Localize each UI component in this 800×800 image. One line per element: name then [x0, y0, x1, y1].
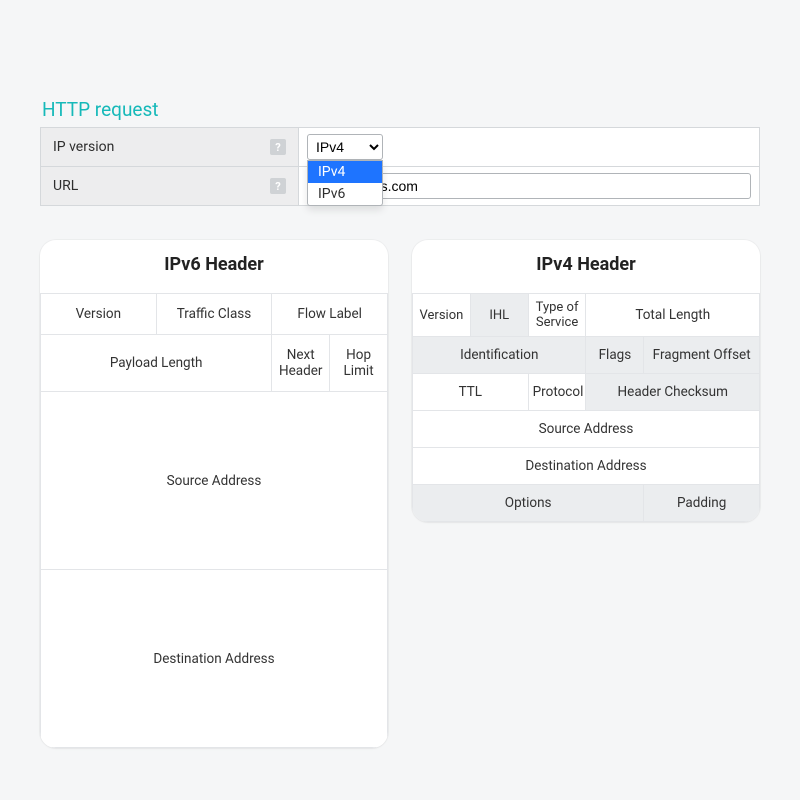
ipv6-table: Version Traffic Class Flow Label Payload… — [40, 293, 388, 748]
label-text: URL — [53, 178, 78, 194]
ipv4-diagram: IPv4 Header Version IHL Type of Service … — [412, 240, 760, 522]
cell-source-address: Source Address — [41, 392, 388, 570]
option-ipv4[interactable]: IPv4 — [308, 161, 382, 183]
table-row: Source Address — [41, 392, 388, 570]
cell-destination-address: Destination Address — [413, 448, 760, 485]
table-row: TTL Protocol Header Checksum — [413, 374, 760, 411]
cell-padding: Padding — [644, 485, 760, 522]
label-text: IP version — [53, 139, 114, 155]
cell-ihl: IHL — [470, 294, 528, 337]
cell-fragment-offset: Fragment Offset — [644, 337, 760, 374]
cell-protocol: Protocol — [528, 374, 586, 411]
cell-source-address: Source Address — [413, 411, 760, 448]
value-ip-version: IPv4 IPv4 IPv6 — [299, 128, 759, 166]
table-row: Version Traffic Class Flow Label — [41, 294, 388, 335]
cell-version: Version — [413, 294, 471, 337]
table-row: Options Padding — [413, 485, 760, 522]
label-ip-version: IP version ? — [41, 128, 299, 166]
cell-header-checksum: Header Checksum — [586, 374, 760, 411]
cell-destination-address: Destination Address — [41, 570, 388, 748]
cell-total-length: Total Length — [586, 294, 760, 337]
row-url: URL ? — [41, 167, 759, 206]
ip-version-select-wrap: IPv4 IPv4 IPv6 — [307, 134, 383, 160]
ip-version-dropdown: IPv4 IPv6 — [307, 160, 383, 206]
form-title: HTTP request — [40, 98, 760, 127]
form-table: IP version ? IPv4 IPv4 IPv6 URL ? — [40, 127, 760, 206]
row-ip-version: IP version ? IPv4 IPv4 IPv6 — [41, 128, 759, 167]
header-diagrams: IPv6 Header Version Traffic Class Flow L… — [40, 240, 760, 748]
cell-flags: Flags — [586, 337, 644, 374]
label-url: URL ? — [41, 167, 299, 205]
ipv4-title: IPv4 Header — [412, 240, 760, 293]
cell-hop-limit: Hop Limit — [330, 335, 388, 392]
cell-version: Version — [41, 294, 157, 335]
table-row: Destination Address — [41, 570, 388, 748]
table-row: Source Address — [413, 411, 760, 448]
ipv4-table: Version IHL Type of Service Total Length… — [412, 293, 760, 522]
ipv6-title: IPv6 Header — [40, 240, 388, 293]
http-request-form: HTTP request IP version ? IPv4 IPv4 IPv6 — [40, 98, 760, 206]
help-icon[interactable]: ? — [270, 139, 286, 155]
option-ipv6[interactable]: IPv6 — [308, 183, 382, 205]
cell-tos: Type of Service — [528, 294, 586, 337]
help-icon[interactable]: ? — [270, 178, 286, 194]
table-row: Payload Length Next Header Hop Limit — [41, 335, 388, 392]
table-row: Version IHL Type of Service Total Length — [413, 294, 760, 337]
cell-next-header: Next Header — [272, 335, 330, 392]
cell-ttl: TTL — [413, 374, 529, 411]
cell-flow-label: Flow Label — [272, 294, 388, 335]
ipv6-diagram: IPv6 Header Version Traffic Class Flow L… — [40, 240, 388, 748]
table-row: Identification Flags Fragment Offset — [413, 337, 760, 374]
cell-options: Options — [413, 485, 644, 522]
cell-traffic-class: Traffic Class — [156, 294, 272, 335]
ip-version-select[interactable]: IPv4 — [307, 134, 383, 160]
cell-payload-length: Payload Length — [41, 335, 272, 392]
cell-identification: Identification — [413, 337, 586, 374]
table-row: Destination Address — [413, 448, 760, 485]
